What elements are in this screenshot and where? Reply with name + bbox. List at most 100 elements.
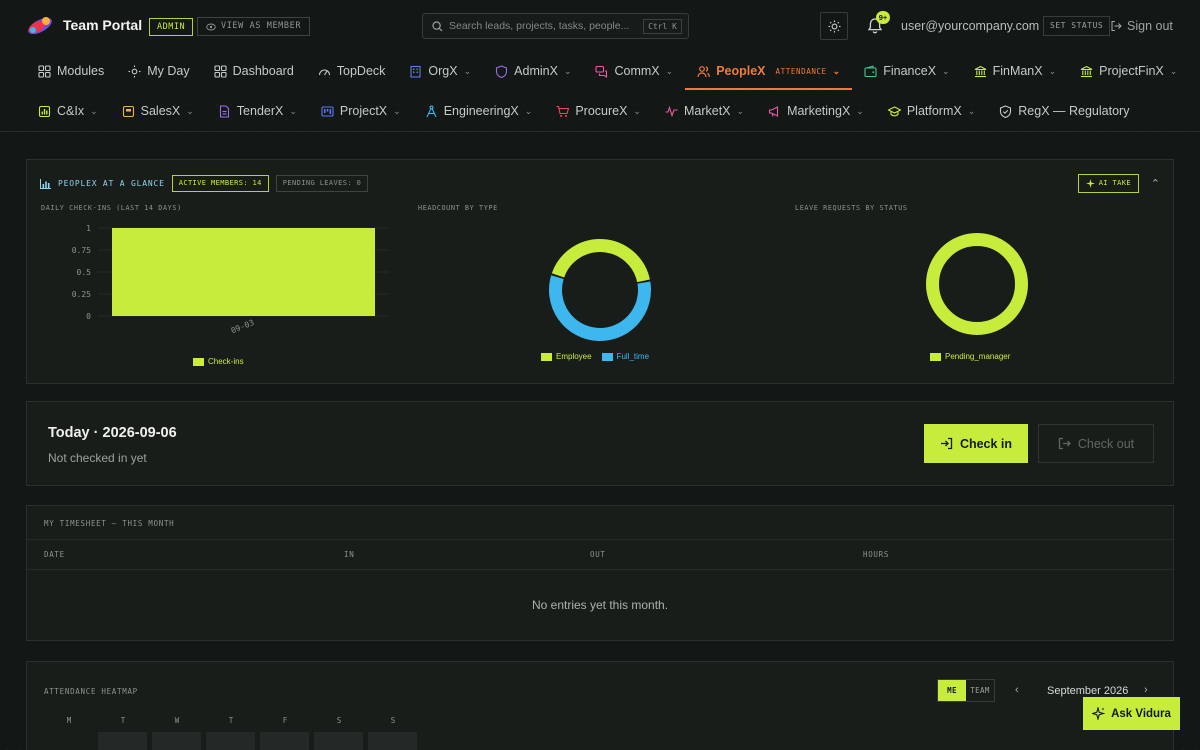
weekday-label: F <box>282 716 288 725</box>
timesheet-divider <box>27 539 1173 540</box>
weekday-label: W <box>174 716 180 725</box>
nav-item-label: ProjectX <box>339 104 388 118</box>
y-tick-label: 0 <box>86 312 91 321</box>
collapse-chevron-up-icon[interactable]: ⌃ <box>1151 177 1160 190</box>
today-title: Today · 2026-09-06 <box>48 425 177 441</box>
ai-take-button[interactable]: AI TAKE <box>1077 174 1139 193</box>
ask-vidura-button[interactable]: Ask Vidura <box>1083 697 1180 730</box>
active-members-chip: ACTIVE MEMBERS: 14 <box>171 175 269 192</box>
weekday-label: S <box>390 716 396 725</box>
flask-icon <box>38 105 51 117</box>
nav-item-topdeck[interactable]: TopDeck <box>306 52 398 90</box>
legend-swatch-full-time <box>601 352 613 361</box>
check-in-button[interactable]: Check in <box>924 424 1028 463</box>
nav-item-platformx[interactable]: PlatformX ⌄ <box>876 92 987 130</box>
bar-chart-icon <box>40 178 51 189</box>
column-header-in[interactable]: IN <box>344 550 354 559</box>
check-in-status: Not checked in yet <box>48 451 147 465</box>
app-logo-icon[interactable] <box>26 15 54 37</box>
column-header-date[interactable]: DATE <box>44 550 65 559</box>
chat-icon <box>595 65 608 78</box>
brand-name[interactable]: Team Portal <box>63 17 142 33</box>
checkins-bar-chart: 1 0.75 0.5 0.25 0 09-03 <box>72 224 389 335</box>
nav-item-label: MarketX <box>683 104 731 118</box>
nav-item-marketingx[interactable]: MarketingX ⌄ <box>756 92 876 130</box>
heatmap-day-cell[interactable] <box>98 732 147 750</box>
graduation-icon <box>887 105 901 116</box>
gauge-icon <box>318 69 330 75</box>
megaphone-icon <box>769 105 779 117</box>
nav-item-financex[interactable]: FinanceX ⌄ <box>852 52 961 90</box>
nav-item-modules[interactable]: Modules <box>26 52 116 90</box>
nav-item-engineeringx[interactable]: EngineeringX ⌄ <box>413 92 545 130</box>
nav-item-peoplex[interactable]: PeopleX ATTENDANCE ⌄ <box>685 52 853 90</box>
nav-item-finmanx[interactable]: FinManX ⌄ <box>962 52 1069 90</box>
chevron-down-icon: ⌄ <box>736 105 745 116</box>
column-header-hours[interactable]: HOURS <box>863 550 889 559</box>
timesheet-header-divider <box>27 569 1173 570</box>
glance-title: PEOPLEX AT A GLANCE <box>58 179 165 188</box>
chevron-down-icon: ⌄ <box>524 105 533 116</box>
nav-item-projectx[interactable]: ProjectX ⌄ <box>309 92 413 130</box>
next-month-chevron-icon[interactable]: › <box>1144 684 1148 696</box>
y-tick-label: 0.25 <box>72 290 91 299</box>
user-email[interactable]: user@yourcompany.com <box>901 19 1039 33</box>
column-header-out[interactable]: OUT <box>590 550 606 559</box>
heatmap-day-cell[interactable] <box>368 732 417 750</box>
weekday-label: S <box>336 716 342 725</box>
nav-item-label: EngineeringX <box>443 104 519 118</box>
top-bar: Team Portal ADMIN VIEW AS MEMBER Ctrl K … <box>0 0 1200 52</box>
search-icon <box>432 20 443 31</box>
nav-item-c-ix[interactable]: C&Ix ⌄ <box>26 92 110 130</box>
nav-item-my-day[interactable]: My Day <box>116 52 201 90</box>
weekday-label: T <box>120 716 126 725</box>
sign-out-icon <box>1111 20 1122 32</box>
donut-slice-pending-manager <box>926 233 1028 335</box>
nav-item-label: TenderX <box>236 104 284 118</box>
nav-item-tenderx[interactable]: TenderX ⌄ <box>206 92 309 130</box>
set-status-button[interactable]: SET STATUS <box>1043 16 1111 36</box>
nav-item-regx-regulatory[interactable]: RegX — Regulatory <box>987 92 1141 130</box>
leave-legend: Pending_manager <box>930 352 1010 361</box>
heatmap-day-cell[interactable] <box>206 732 255 750</box>
global-search[interactable]: Ctrl K <box>422 13 689 39</box>
nav-item-projectfinx[interactable]: ProjectFinX ⌄ <box>1068 52 1189 90</box>
bar-checkins <box>112 228 375 316</box>
nav-item-commx[interactable]: CommX ⌄ <box>583 52 685 90</box>
nav-item-orgx[interactable]: OrgX ⌄ <box>397 52 483 90</box>
nav-item-dashboard[interactable]: Dashboard <box>202 52 306 90</box>
previous-month-chevron-icon[interactable]: ‹ <box>1015 684 1019 696</box>
view-as-member-button[interactable]: VIEW AS MEMBER <box>197 17 311 36</box>
sign-out-label: Sign out <box>1127 19 1173 33</box>
module-nav-row-2: C&Ix ⌄ SalesX ⌄ TenderX ⌄ ProjectX ⌄ Engineering… <box>26 92 1141 130</box>
nav-item-marketx[interactable]: MarketX ⌄ <box>653 92 756 130</box>
grid-icon <box>214 64 227 78</box>
heatmap-day-cell[interactable] <box>260 732 309 750</box>
scope-team-button[interactable]: TEAM <box>966 680 994 701</box>
theme-toggle-button[interactable] <box>820 12 848 40</box>
nav-item-adminx[interactable]: AdminX ⌄ <box>483 52 583 90</box>
chevron-down-icon: ⌄ <box>665 65 674 76</box>
heatmap-day-cell[interactable] <box>152 732 201 750</box>
nav-item-label: MarketingX <box>787 104 851 118</box>
nav-item-salesx[interactable]: SalesX ⌄ <box>110 92 206 130</box>
sign-out-button[interactable]: Sign out <box>1110 19 1173 33</box>
checkins-chart-caption: DAILY CHECK-INS (LAST 14 DAYS) <box>41 204 182 212</box>
nav-item-label: C&Ix <box>57 104 85 118</box>
search-shortcut-hint: Ctrl K <box>643 19 682 34</box>
shield-check-icon <box>1000 104 1012 118</box>
legend-label-full-time: Full_time <box>616 352 650 361</box>
leave-donut-chart <box>926 233 1028 335</box>
building-icon <box>410 65 421 78</box>
sparkle-icon <box>1092 707 1106 720</box>
search-input[interactable] <box>449 20 649 32</box>
chevron-down-icon: ⌄ <box>463 65 472 76</box>
bank-icon <box>1080 65 1093 77</box>
wallet-icon <box>864 64 877 77</box>
check-out-button[interactable]: Check out <box>1038 424 1154 463</box>
heatmap-day-cell[interactable] <box>314 732 363 750</box>
check-out-label: Check out <box>1077 436 1135 451</box>
nav-item-procurex[interactable]: ProcureX ⌄ <box>544 92 653 130</box>
scope-me-button[interactable]: ME <box>938 680 966 701</box>
today-attendance-panel: Today · 2026-09-06 Not checked in yet Ch… <box>26 401 1174 486</box>
